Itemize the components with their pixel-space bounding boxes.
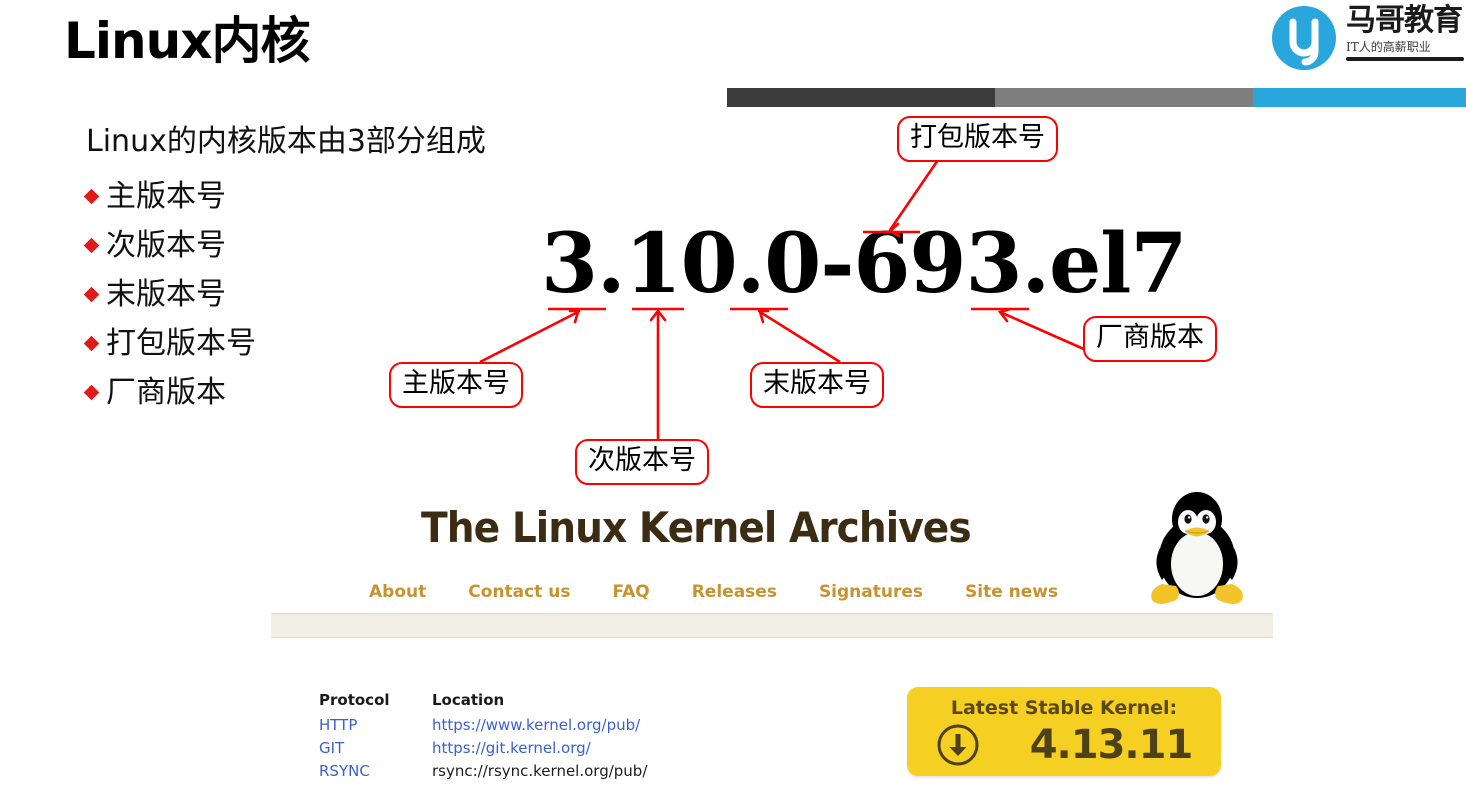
diamond-bullet-icon [83, 335, 100, 352]
brand-name: 马哥教育 [1346, 3, 1463, 38]
arrowhead-major [568, 309, 581, 324]
arrow-shaft-patch [759, 310, 841, 364]
nav-link-site-news[interactable]: Site news [965, 581, 1058, 603]
list-item: 主版本号 [83, 172, 256, 221]
list-item-label: 末版本号 [106, 276, 226, 312]
cell-protocol-git[interactable]: GIT [319, 737, 432, 760]
arrow-shaft-vendor [999, 310, 1087, 352]
page-title: Linux内核 [64, 12, 310, 70]
kernel-org-nav: About Contact us FAQ Releases Signatures… [369, 581, 1100, 603]
list-item: 打包版本号 [83, 319, 256, 368]
accent-segment-blue [1253, 88, 1466, 107]
accent-segment-gray [995, 88, 1253, 107]
accent-segment-dark [727, 88, 995, 107]
nav-link-releases[interactable]: Releases [692, 581, 777, 603]
brand-text: 马哥教育 IT人的高薪职业 [1346, 2, 1466, 61]
list-item: 次版本号 [83, 221, 256, 270]
list-item: 厂商版本 [83, 368, 256, 417]
accent-bar [727, 88, 1466, 107]
list-item-label: 打包版本号 [106, 325, 256, 361]
arrowhead-minor [649, 308, 667, 322]
cell-location-http[interactable]: https://www.kernel.org/pub/ [432, 714, 647, 737]
latest-stable-kernel-badge[interactable]: Latest Stable Kernel: 4.13.11 [907, 687, 1221, 776]
diamond-bullet-icon [83, 384, 100, 401]
callout-minor: 次版本号 [575, 439, 709, 485]
diamond-bullet-icon [83, 188, 100, 205]
mirror-table: Protocol Location HTTP https://www.kerne… [319, 690, 647, 783]
diamond-bullet-icon [83, 237, 100, 254]
nav-link-contact-us[interactable]: Contact us [468, 581, 570, 603]
callout-vendor: 厂商版本 [1083, 316, 1217, 362]
diamond-bullet-icon [83, 286, 100, 303]
callout-package: 打包版本号 [897, 116, 1058, 162]
latest-stable-kernel-row: 4.13.11 [907, 723, 1221, 767]
nav-link-about[interactable]: About [369, 581, 426, 603]
cell-protocol-rsync[interactable]: RSYNC [319, 760, 432, 783]
kernel-org-panel: The Linux Kernel Archives About Contact … [271, 492, 1275, 799]
list-item-label: 厂商版本 [106, 374, 226, 410]
list-item-label: 主版本号 [106, 178, 226, 214]
cell-location-git[interactable]: https://git.kernel.org/ [432, 737, 647, 760]
callout-patch: 末版本号 [750, 362, 884, 408]
brand-tagline: IT人的高薪职业 [1346, 40, 1431, 54]
callout-major: 主版本号 [389, 362, 523, 408]
nav-link-signatures[interactable]: Signatures [819, 581, 923, 603]
content-band [271, 615, 1273, 638]
list-item-label: 次版本号 [106, 227, 226, 263]
brand-underline [1346, 57, 1464, 61]
download-circle-icon[interactable] [936, 723, 980, 767]
table-header-row: Protocol Location [319, 690, 647, 714]
list-item: 末版本号 [83, 270, 256, 319]
arrow-shaft-major [479, 310, 579, 364]
latest-stable-kernel-version: 4.13.11 [1029, 722, 1194, 768]
table-row: RSYNC rsync://rsync.kernel.org/pub/ [319, 760, 647, 783]
column-header-location: Location [432, 691, 505, 709]
bullet-list: 主版本号 次版本号 末版本号 打包版本号 厂商版本 [83, 172, 256, 417]
slide-canvas: 马哥教育 IT人的高薪职业 Linux内核 Linux的内核版本由3部分组成 主… [0, 0, 1466, 799]
table-row: HTTP https://www.kernel.org/pub/ [319, 714, 647, 737]
kernel-version-string: 3.10.0-693.el7 [541, 216, 1187, 312]
magedu-circle-logo-icon [1268, 2, 1340, 74]
column-header-protocol: Protocol [319, 691, 390, 709]
table-row: GIT https://git.kernel.org/ [319, 737, 647, 760]
latest-stable-kernel-label: Latest Stable Kernel: [950, 697, 1178, 719]
arrowhead-patch [757, 309, 770, 324]
cell-location-rsync: rsync://rsync.kernel.org/pub/ [432, 762, 648, 780]
lead-text: Linux的内核版本由3部分组成 [86, 124, 486, 159]
cell-protocol-http[interactable]: HTTP [319, 714, 432, 737]
brand-logo: 马哥教育 IT人的高薪职业 [1268, 2, 1466, 82]
nav-link-faq[interactable]: FAQ [612, 581, 649, 603]
kernel-archives-title: The Linux Kernel Archives [421, 503, 972, 552]
tux-penguin-logo-icon [1132, 486, 1262, 616]
